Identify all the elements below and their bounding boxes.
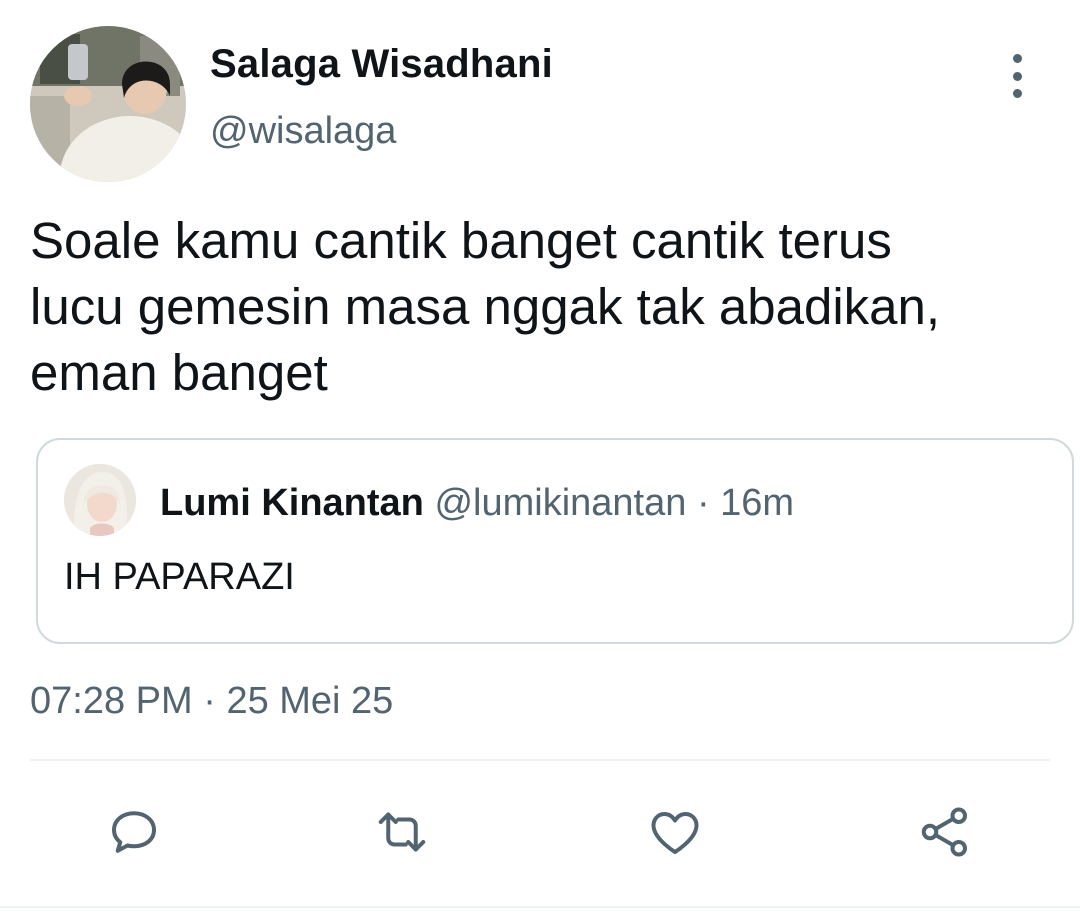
more-options-icon[interactable] [1000,54,1034,98]
tweet-detail: Salaga Wisadhani @wisalaga Soale kamu ca… [0,0,1080,924]
divider [30,759,1050,761]
dot [1012,89,1022,98]
timestamp-time: 07:28 PM [30,680,193,722]
quoted-tweet-text: IH PAPARAZI [64,556,295,598]
quoted-handle[interactable]: @lumikinantan [434,482,686,524]
separator: · [696,482,710,524]
share-button[interactable] [913,800,977,864]
share-icon [921,807,967,857]
heart-icon [651,812,699,854]
profile-photo-icon [64,464,136,536]
timestamp-date: 25 Mei 25 [226,680,394,722]
divider [0,906,1080,908]
quoted-tweet-card[interactable]: Lumi Kinantan @lumikinantan · 16m IH PAP… [36,438,1074,644]
author-handle[interactable]: @wisalaga [210,110,396,153]
quoted-time: 16m [720,482,795,524]
speech-bubble-icon [112,811,156,853]
author-display-name[interactable]: Salaga Wisadhani [210,42,553,87]
dot [1012,71,1022,81]
tweet-timestamp[interactable]: 07:28 PM · 25 Mei 25 [30,680,393,723]
retweet-icon [378,812,426,852]
dot [1012,54,1022,63]
reply-button[interactable] [102,800,166,864]
retweet-button[interactable] [370,800,434,864]
quoted-author-avatar[interactable] [64,464,136,536]
like-button[interactable] [643,800,707,864]
tweet-text: Soale kamu cantik banget cantik terus lu… [30,212,941,401]
separator: · [203,680,216,722]
author-avatar[interactable] [30,26,186,182]
profile-photo-icon [30,26,186,182]
quoted-display-name[interactable]: Lumi Kinantan [160,482,424,524]
quoted-tweet-header: Lumi Kinantan @lumikinantan · 16m [160,482,794,525]
